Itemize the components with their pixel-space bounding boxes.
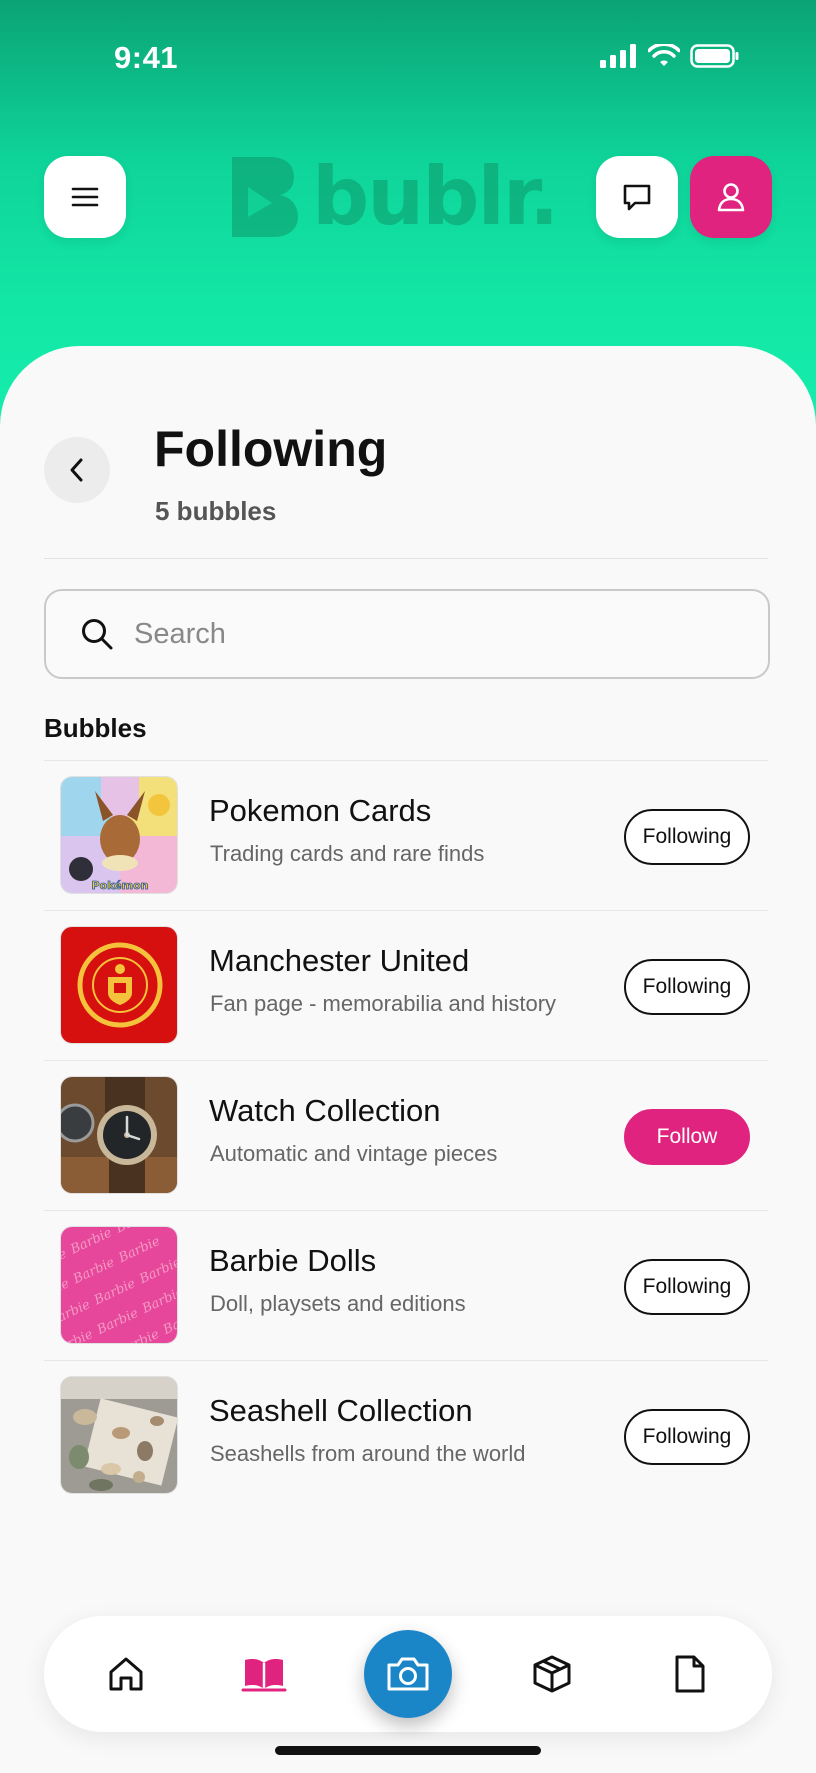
messages-button[interactable] bbox=[596, 156, 678, 238]
logo-mark-icon bbox=[232, 157, 298, 237]
bubble-description: Doll, playsets and editions bbox=[210, 1291, 466, 1316]
box-icon bbox=[533, 1655, 571, 1693]
nav-documents[interactable] bbox=[650, 1616, 730, 1732]
menu-button[interactable] bbox=[44, 156, 126, 238]
bubble-description: Automatic and vintage pieces bbox=[210, 1141, 498, 1166]
status-time: 9:41 bbox=[114, 40, 179, 75]
bubble-description: Fan page - memorabilia and history bbox=[210, 991, 557, 1016]
hamburger-icon bbox=[71, 187, 99, 207]
book-open-icon bbox=[241, 1659, 287, 1692]
logo-text: bublr. bbox=[312, 150, 559, 243]
bubble-list: Pokémon Pokemon Cards Trading cards and … bbox=[44, 760, 768, 1510]
bubble-title: Barbie Dolls bbox=[209, 1243, 377, 1278]
cellular-signal-icon bbox=[600, 44, 636, 68]
bublr-logo: bublr. bbox=[232, 150, 559, 243]
camera-button[interactable] bbox=[364, 1630, 452, 1718]
home-icon bbox=[109, 1657, 143, 1691]
wifi-icon bbox=[648, 44, 680, 66]
back-button[interactable] bbox=[44, 437, 110, 503]
watch-collection-thumbnail bbox=[60, 1076, 178, 1194]
divider bbox=[44, 558, 768, 559]
nav-box[interactable] bbox=[512, 1616, 592, 1732]
following-button[interactable]: Following bbox=[624, 1409, 750, 1465]
user-icon bbox=[717, 183, 745, 212]
file-icon bbox=[675, 1655, 705, 1693]
profile-button[interactable] bbox=[690, 156, 772, 238]
status-icons bbox=[600, 44, 740, 68]
bubble-description: Seashells from around the world bbox=[210, 1441, 526, 1466]
search-box[interactable] bbox=[44, 589, 770, 679]
bubble-title: Seashell Collection bbox=[209, 1393, 473, 1428]
list-item[interactable]: Barbie Barbie Barbie Barbie Barbie Barbi… bbox=[44, 1210, 768, 1360]
club-crest-icon bbox=[77, 942, 163, 1028]
following-button[interactable]: Following bbox=[624, 809, 750, 865]
battery-icon bbox=[690, 44, 739, 68]
chevron-left-icon bbox=[70, 458, 83, 482]
page-title: Following bbox=[154, 421, 388, 477]
nav-home[interactable] bbox=[86, 1616, 166, 1732]
search-input[interactable] bbox=[134, 617, 694, 651]
nav-book[interactable] bbox=[224, 1616, 304, 1732]
manchester-united-thumbnail bbox=[60, 926, 178, 1044]
bubble-title: Pokemon Cards bbox=[209, 793, 432, 828]
following-button[interactable]: Following bbox=[624, 1259, 750, 1315]
app-screen: 9:41 bublr. Following 5 bubbles Search B… bbox=[0, 0, 816, 1773]
list-item[interactable]: Pokémon Pokemon Cards Trading cards and … bbox=[44, 760, 768, 910]
bubble-title: Watch Collection bbox=[209, 1093, 441, 1128]
seashell-collection-thumbnail bbox=[60, 1376, 178, 1494]
follow-button[interactable]: Follow bbox=[624, 1109, 750, 1165]
bubble-title: Manchester United bbox=[209, 943, 470, 978]
bubble-description: Trading cards and rare finds bbox=[210, 841, 485, 866]
list-item[interactable]: Manchester United Fan page - memorabilia… bbox=[44, 910, 768, 1060]
home-indicator[interactable] bbox=[275, 1746, 541, 1755]
barbie-dolls-thumbnail: Barbie Barbie Barbie Barbie Barbie Barbi… bbox=[60, 1226, 178, 1344]
following-button[interactable]: Following bbox=[624, 959, 750, 1015]
chat-bubble-icon bbox=[623, 184, 651, 211]
list-item[interactable]: Watch Collection Automatic and vintage p… bbox=[44, 1060, 768, 1210]
camera-icon bbox=[387, 1657, 429, 1691]
section-label: Bubbles bbox=[44, 713, 147, 743]
list-item[interactable]: Seashell Collection Seashells from aroun… bbox=[44, 1360, 768, 1510]
pokemon-cards-thumbnail: Pokémon bbox=[60, 776, 178, 894]
bubble-count: 5 bubbles bbox=[155, 496, 277, 526]
svg-text:Pokémon: Pokémon bbox=[92, 879, 149, 892]
search-icon bbox=[80, 617, 114, 651]
